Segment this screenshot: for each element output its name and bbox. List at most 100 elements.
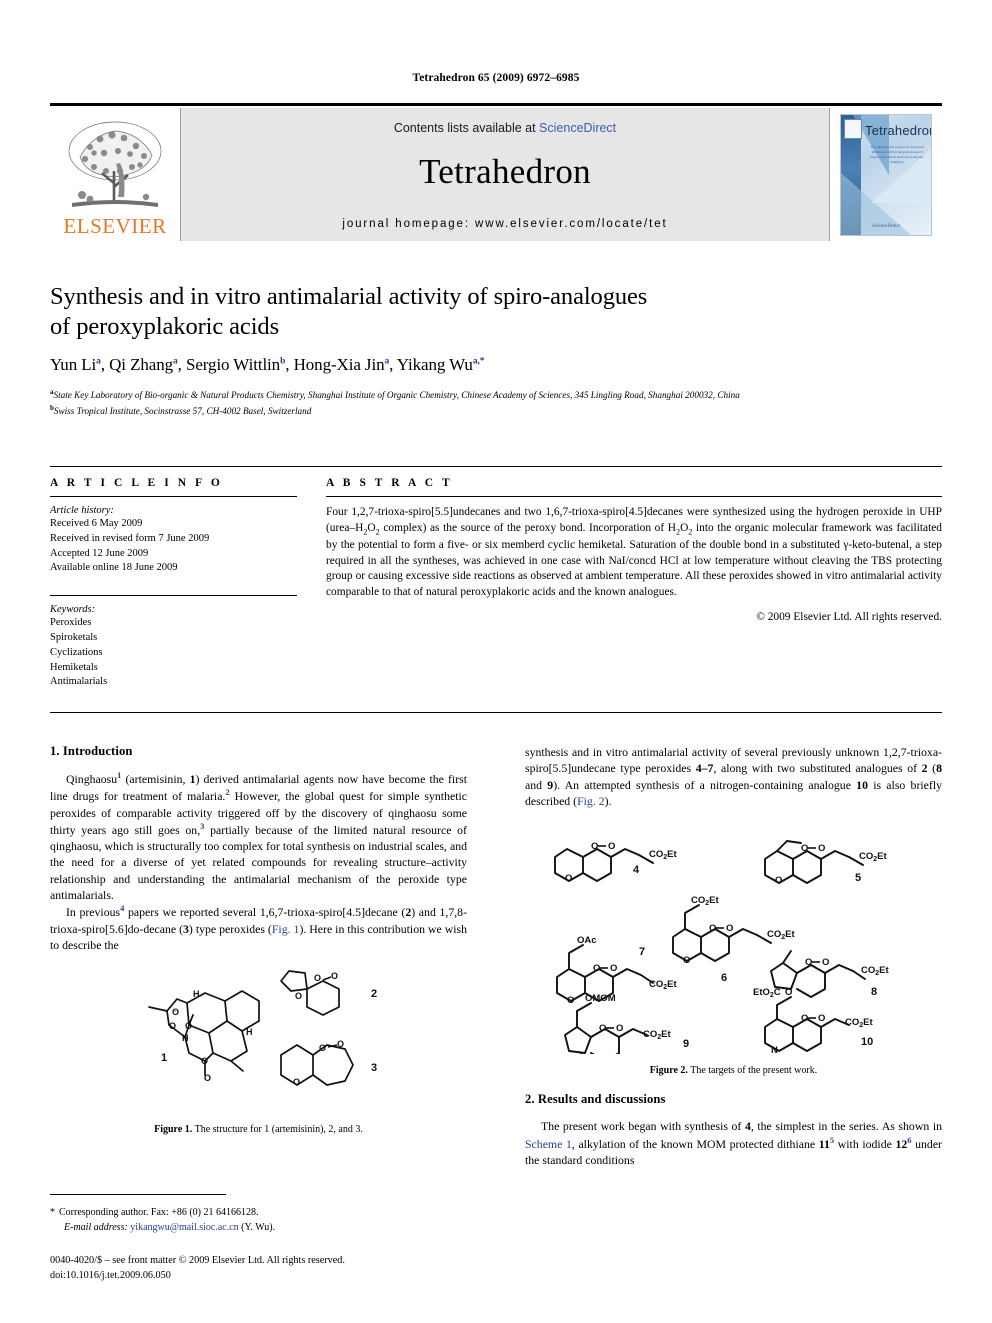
title-line-1: Synthesis and in vitro antimalarial acti…: [50, 283, 648, 310]
history-item: Available online 18 June 2009: [50, 562, 178, 574]
svg-text:2: 2: [371, 988, 377, 1000]
cover-subtitle: The International Journal for the Rapid …: [870, 144, 924, 164]
author-name: Yun Li: [50, 355, 97, 375]
svg-text:O: O: [201, 1056, 208, 1066]
svg-text:O: O: [593, 963, 600, 974]
corresponding-author-text: Corresponding author. Fax: +86 (0) 21 64…: [59, 1207, 259, 1218]
footnote-asterisk: *: [50, 1207, 55, 1218]
info-divider: [50, 496, 297, 497]
contents-prefix: Contents lists available at: [393, 121, 540, 135]
author-affil-marker: a: [96, 356, 101, 367]
svg-text:O: O: [319, 1043, 326, 1053]
svg-text:O: O: [331, 971, 338, 981]
figure-1-structures: O O O O O H H H 1 O O O O O O 2 3: [147, 970, 377, 1087]
keywords-label: Keywords:: [50, 604, 96, 616]
figure-2-structures: O OO CO2Et 4 O OO CO2Et 5 O OO CO2Et CO2Et …: [554, 840, 889, 1066]
journal-article-page: Tetrahedron 65 (2009) 6972–6985 ELSEVIER…: [0, 0, 992, 1323]
history-item: Received in revised form 7 June 2009: [50, 532, 210, 544]
figure-2: OOO CO2Et 4 OOO CO2Et 5 OOO CO2Et CO2Et …: [525, 819, 942, 1076]
affiliation-list: aState Key Laboratory of Bio-organic & N…: [50, 387, 942, 419]
cover-elsevier-icon: [844, 118, 862, 139]
title-line-2: of peroxyplakoric acids: [50, 313, 280, 341]
title-block: Synthesis and in vitro antimalarial acti…: [50, 282, 942, 419]
affiliation-text: State Key Laboratory of Bio-organic & Na…: [53, 390, 740, 401]
journal-cover-thumbnail: Tetrahedron The International Journal fo…: [830, 108, 942, 241]
fig2-group-co2et: CO2Et: [649, 849, 677, 861]
corresponding-author-line: * Corresponding author. Fax: +86 (0) 21 6…: [50, 1206, 470, 1221]
left-column: 1. Introduction Qinghaosu1 (artemisinin,…: [50, 744, 467, 1168]
svg-text:7: 7: [639, 946, 645, 958]
svg-text:CO2Et: CO2Et: [845, 1017, 873, 1029]
svg-text:O: O: [169, 1021, 176, 1031]
svg-text:H: H: [193, 989, 200, 999]
figure-1-caption-text: The structure for 1 (artemisinin), 2, an…: [192, 1124, 363, 1136]
journal-title: Tetrahedron: [419, 152, 591, 191]
svg-text:10: 10: [861, 1036, 873, 1048]
svg-text:H: H: [246, 1027, 253, 1037]
author-name: Hong-Xia Jin: [293, 355, 385, 375]
svg-text:CO2Et: CO2Et: [861, 965, 889, 977]
affiliation-text: Swiss Tropical Institute, Socinstrasse 5…: [53, 406, 312, 417]
page-title: Synthesis and in vitro antimalarial acti…: [50, 282, 942, 342]
article-history-label: Article history:: [50, 505, 114, 516]
svg-text:O: O: [204, 1073, 211, 1083]
info-divider-top: [50, 466, 942, 467]
keywords-divider: [50, 595, 297, 597]
results-paragraph-1: The present work began with synthesis of…: [525, 1119, 942, 1167]
author-list: Yun Lia, Qi Zhanga, Sergio Wittlinb, Hon…: [50, 355, 485, 375]
running-head: Tetrahedron 65 (2009) 6972–6985: [412, 72, 580, 84]
svg-text:O: O: [805, 957, 812, 968]
svg-text:1: 1: [161, 1052, 167, 1064]
email-link[interactable]: yikangwu@mail.sioc.ac.cn: [130, 1222, 238, 1233]
keywords-block: Keywords: Peroxides Spiroketals Cyclizat…: [50, 604, 297, 690]
svg-text:OAc: OAc: [577, 935, 597, 946]
intro-paragraph-1: Qinghaosu1 (artemisinin, 1) derived anti…: [50, 770, 468, 903]
history-item: Received 6 May 2009: [50, 518, 143, 529]
elsevier-wordmark: ELSEVIER: [63, 214, 167, 238]
svg-text:O: O: [599, 1023, 606, 1034]
keyword-item: Peroxides: [50, 617, 92, 629]
author-name: Sergio Wittlin: [185, 355, 281, 375]
svg-text:O: O: [608, 841, 615, 852]
cover-title: Tetrahedron: [865, 122, 932, 138]
svg-text:CO2Et: CO2Et: [643, 1029, 671, 1041]
keyword-item: Hemiketals: [50, 661, 98, 673]
svg-text:3: 3: [371, 1062, 377, 1074]
svg-text:OMOM: OMOM: [585, 993, 616, 1004]
svg-text:O: O: [172, 1007, 179, 1017]
figure-1-caption-label: Figure 1.: [154, 1124, 193, 1136]
svg-text:CO2Et: CO2Et: [767, 929, 795, 941]
section-heading-introduction: 1. Introduction: [50, 744, 133, 758]
imprint-block: 0040-4020/$ – see front matter © 2009 El…: [50, 1254, 345, 1283]
svg-text:O: O: [567, 995, 574, 1006]
svg-text:CO2Et: CO2Et: [691, 895, 719, 907]
svg-text:O: O: [785, 987, 792, 998]
svg-text:4: 4: [633, 864, 640, 876]
intro-paragraph-2-continued: synthesis and in vitro antimalarial acti…: [525, 745, 942, 808]
email-line: E-mail address: yikangwu@mail.sioc.ac.cn…: [50, 1221, 470, 1236]
sciencedirect-link[interactable]: ScienceDirect: [539, 121, 616, 135]
email-owner: (Y. Wu).: [241, 1221, 276, 1233]
svg-text:8: 8: [871, 986, 877, 998]
svg-text:O: O: [818, 843, 825, 854]
figure-1: O O O O O H H H 1 O O O O O O 2 3 Figure…: [50, 963, 467, 1135]
svg-text:O: O: [822, 957, 829, 968]
author-name: Qi Zhang: [109, 355, 174, 375]
footnote-block: * Corresponding author. Fax: +86 (0) 21 6…: [50, 1206, 470, 1235]
keyword-item: Cyclizations: [50, 646, 103, 658]
email-label: E-mail address:: [64, 1221, 128, 1233]
svg-text:O: O: [775, 875, 782, 886]
keyword-item: Spiroketals: [50, 631, 98, 643]
imprint-line-1: 0040-4020/$ – see front matter © 2009 El…: [50, 1255, 345, 1267]
abstract-column: A B S T R A C T Four 1,2,7-trioxa-spiro[…: [326, 477, 942, 690]
svg-text:O: O: [293, 1077, 300, 1087]
svg-text:O: O: [616, 1023, 623, 1034]
svg-text:CO2Et: CO2Et: [859, 851, 887, 863]
journal-homepage-line[interactable]: journal homepage: www.elsevier.com/locat…: [342, 218, 667, 230]
svg-text:O: O: [683, 955, 690, 966]
imprint-line-2: doi:10.1016/j.tet.2009.06.050: [50, 1269, 171, 1281]
cover-footer: ScienceDirect: [871, 223, 901, 229]
svg-text:N: N: [771, 1045, 778, 1054]
svg-text:O: O: [565, 873, 572, 884]
contents-available-line: Contents lists available at ScienceDirec…: [394, 121, 616, 135]
